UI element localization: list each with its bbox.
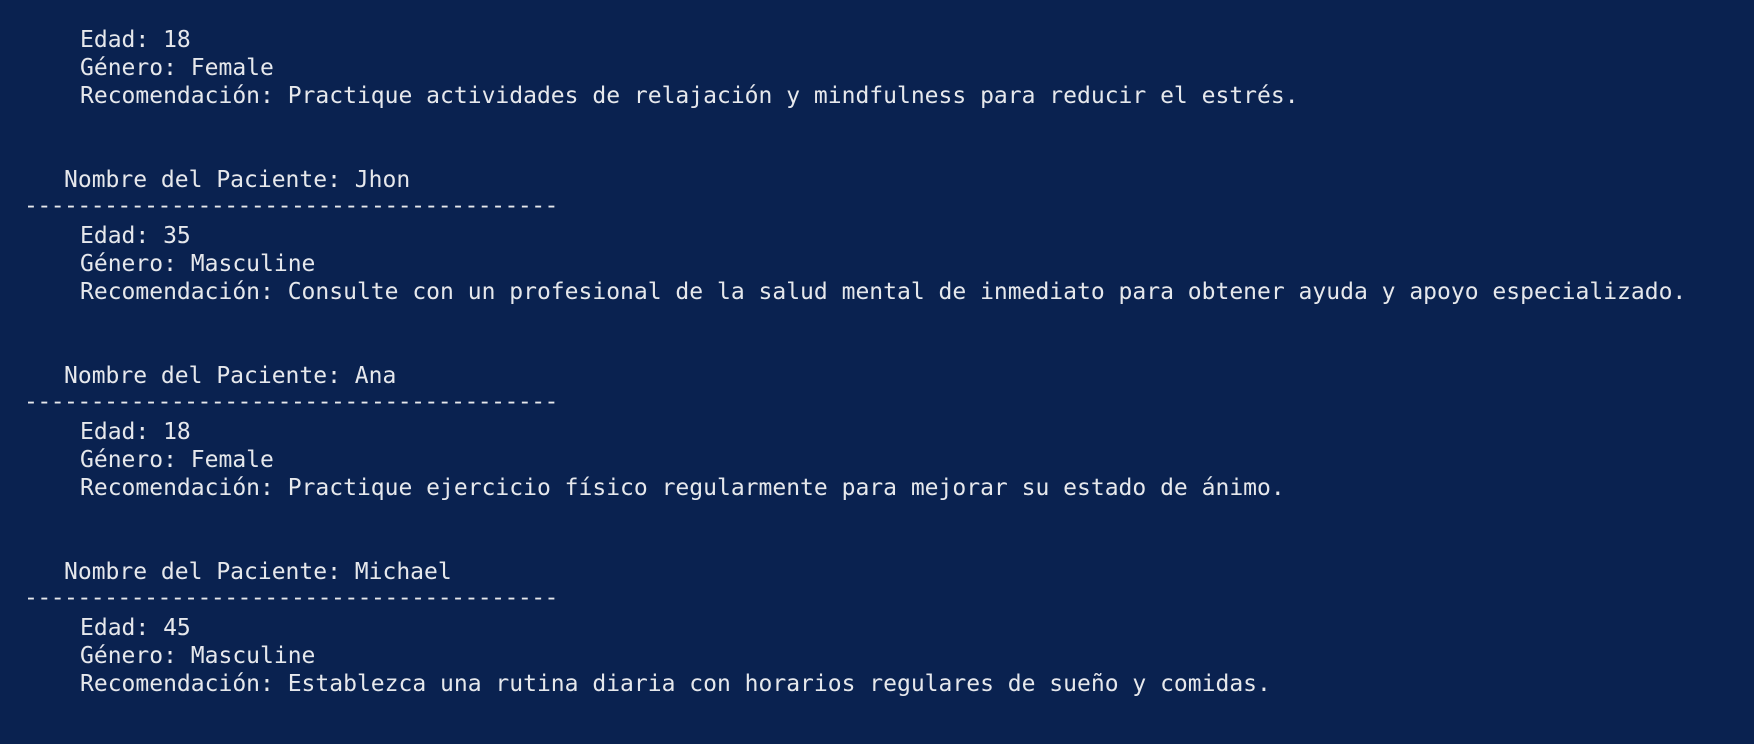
patient-recommendation: Recomendación: Establezca una rutina dia… (80, 671, 1271, 697)
patient-recommendation: Recomendación: Consulte con un profesion… (80, 279, 1687, 305)
patient-age: Edad: 18 (80, 27, 191, 53)
patient-name: Nombre del Paciente: Jhon (64, 167, 411, 193)
patient-recommendation: Recomendación: Practique actividades de … (80, 83, 1299, 109)
terminal-output: Edad: 18 Género: Female Recomendación: P… (0, 0, 1754, 744)
patient-gender: Género: Masculine (80, 643, 316, 669)
patient-age: Edad: 18 (80, 419, 191, 445)
patient-gender: Género: Female (80, 55, 274, 81)
patient-name: Nombre del Paciente: Michael (64, 559, 452, 585)
patient-gender: Género: Masculine (80, 251, 316, 277)
patient-age: Edad: 35 (80, 223, 191, 249)
patient-age: Edad: 45 (80, 615, 191, 641)
patient-recommendation: Recomendación: Practique ejercicio físic… (80, 475, 1285, 501)
separator-line: ---------------------------------------- (24, 585, 558, 611)
patient-gender: Género: Female (80, 447, 274, 473)
patient-name: Nombre del Paciente: Ana (64, 363, 397, 389)
separator-line: ---------------------------------------- (24, 193, 558, 219)
separator-line: ---------------------------------------- (24, 389, 558, 415)
